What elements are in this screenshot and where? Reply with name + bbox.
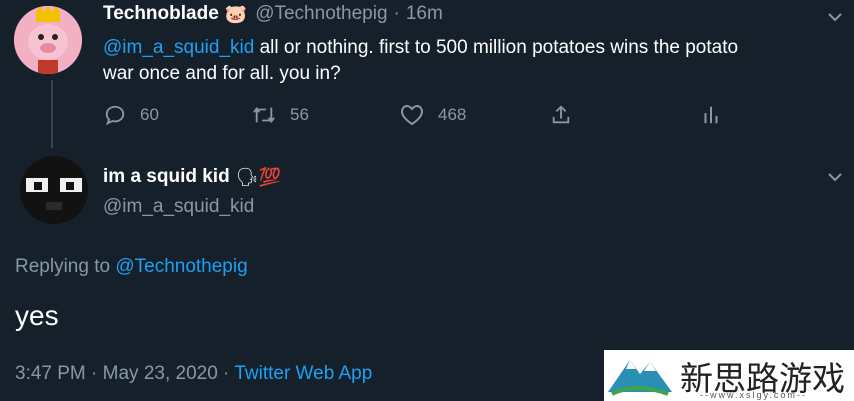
timestamp[interactable]: 3:47 PM · May 23, 2020 · (15, 363, 229, 384)
author-handle[interactable]: @Technothepig (255, 3, 387, 25)
reply-count: 60 (140, 105, 159, 124)
squid-kid-avatar[interactable] (20, 156, 88, 224)
parent-tweet-text: @im_a_squid_kid all or nothing. first to… (103, 35, 843, 87)
tweet-meta: 3:47 PM · May 23, 2020 · Twitter Web App (15, 363, 372, 385)
separator-dot: · (393, 3, 400, 24)
analytics-icon (704, 106, 718, 124)
replying-to: Replying to @Technothepig (15, 256, 248, 278)
mountain-logo-icon (608, 360, 672, 396)
share-action[interactable] (550, 104, 572, 131)
pig-emoji-icon: 🐷 (224, 3, 248, 24)
replying-to-label: Replying to (15, 256, 111, 277)
author-name[interactable]: Technoblade (103, 3, 219, 25)
share-icon (552, 105, 570, 124)
time-ago[interactable]: 16m (406, 3, 443, 25)
source-link[interactable]: Twitter Web App (234, 363, 372, 384)
chevron-down-icon[interactable] (826, 8, 844, 26)
watermark-url: --www.xslgy.com-- (700, 390, 807, 400)
retweet-icon (253, 107, 275, 123)
heart-icon (400, 104, 424, 126)
reply-tweet-text: yes (15, 300, 59, 331)
watermark: 新思路游戏 --www.xslgy.com-- (604, 350, 854, 401)
reply-tweet-header: im a squid kid 🗣💯 (103, 166, 281, 188)
speaking-head-icon: 🗣💯 (235, 166, 281, 187)
like-action[interactable]: 468 (400, 104, 466, 126)
replying-to-handle[interactable]: @Technothepig (115, 256, 247, 277)
tweet-text-line2: war once and for all. you in? (103, 63, 341, 84)
mention-link[interactable]: @im_a_squid_kid (103, 37, 254, 58)
retweet-action[interactable]: 56 (252, 104, 309, 126)
reply-action[interactable]: 60 (104, 104, 159, 126)
reply-icon (105, 105, 125, 126)
tweet-text-line1: all or nothing. first to 500 million pot… (259, 37, 739, 58)
author-handle[interactable]: @im_a_squid_kid (103, 196, 254, 218)
author-name[interactable]: im a squid kid (103, 166, 230, 188)
thread-connector (51, 80, 53, 148)
retweet-count: 56 (290, 105, 309, 124)
chevron-down-icon[interactable] (826, 168, 844, 186)
parent-tweet-header: Technoblade 🐷 @Technothepig · 16m (103, 3, 443, 25)
like-count: 468 (438, 105, 467, 124)
technoblade-avatar[interactable] (14, 6, 82, 74)
analytics-action[interactable] (700, 104, 722, 131)
